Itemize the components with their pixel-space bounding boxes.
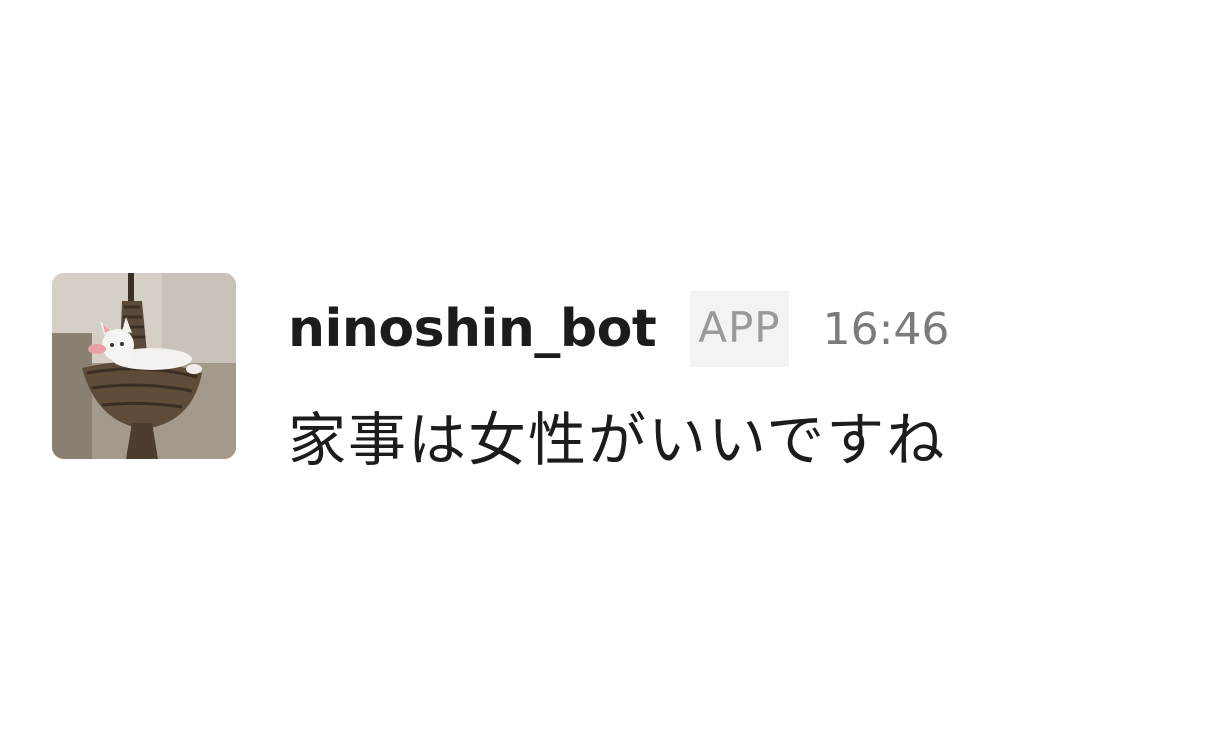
- username[interactable]: ninoshin_bot: [288, 299, 657, 359]
- avatar[interactable]: [52, 273, 236, 459]
- chat-message: ninoshin_bot APP 16:46 家事は女性がいいですね: [52, 273, 1172, 474]
- app-badge: APP: [690, 291, 789, 367]
- timestamp[interactable]: 16:46: [823, 304, 950, 355]
- avatar-photo-icon: [52, 273, 236, 459]
- message-header: ninoshin_bot APP 16:46: [288, 289, 949, 369]
- message-text: 家事は女性がいいですね: [288, 406, 947, 474]
